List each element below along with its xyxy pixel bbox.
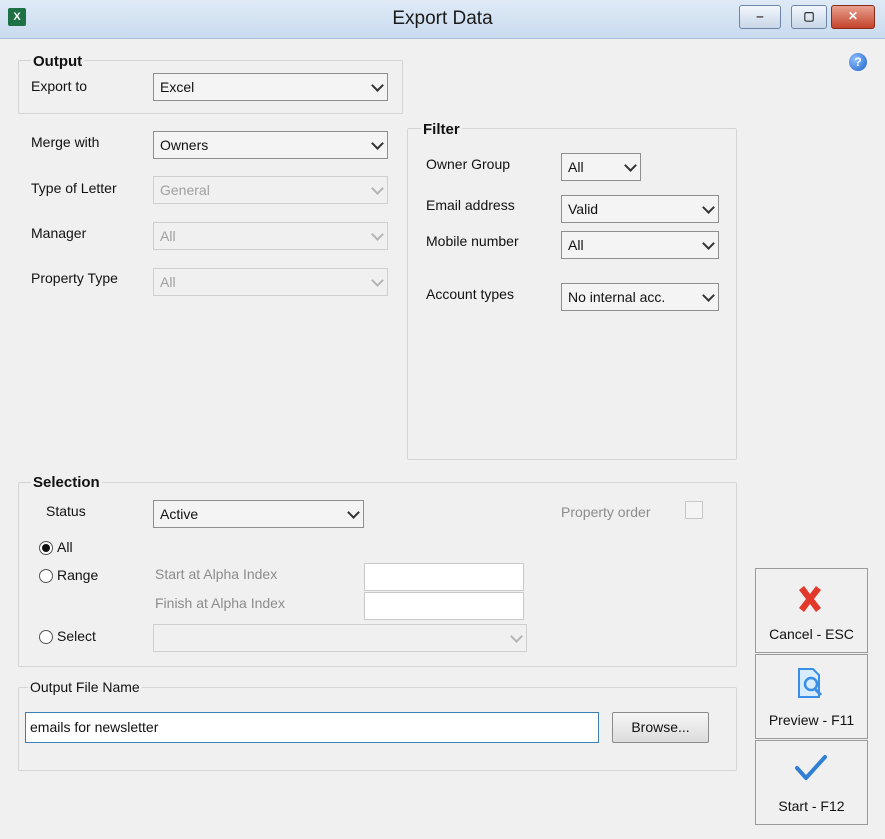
email-address-value: Valid [568, 201, 599, 217]
export-to-label: Export to [31, 78, 88, 94]
chevron-down-icon [698, 200, 718, 214]
radio-range-label[interactable]: Range [57, 567, 98, 583]
chevron-down-icon [367, 78, 387, 92]
start-button-label: Start - F12 [778, 798, 845, 814]
preview-button[interactable]: Preview - F11 [755, 654, 868, 739]
chevron-down-icon [367, 136, 387, 150]
export-to-value: Excel [160, 79, 195, 95]
radio-all[interactable] [39, 541, 53, 555]
output-file-input[interactable]: emails for newsletter [25, 712, 599, 743]
property-type-value: All [160, 274, 176, 290]
chevron-down-icon [698, 288, 718, 302]
chevron-down-icon [698, 236, 718, 250]
start-button[interactable]: Start - F12 [755, 740, 868, 825]
status-value: Active [160, 506, 199, 522]
preview-button-label: Preview - F11 [768, 712, 855, 728]
chevron-down-icon [343, 505, 363, 519]
status-label: Status [46, 503, 86, 519]
selection-group-label: Selection [31, 474, 102, 491]
minimize-icon: ‒ [756, 9, 764, 23]
select-owner-combo[interactable] [153, 624, 527, 652]
help-icon[interactable]: ? [849, 53, 867, 71]
radio-select-label[interactable]: Select [57, 628, 96, 644]
type-of-letter-select[interactable]: General [153, 176, 388, 204]
preview-icon [798, 668, 823, 698]
maximize-icon: ▢ [803, 9, 815, 23]
email-address-label: Email address [426, 197, 515, 213]
property-type-select[interactable]: All [153, 268, 388, 296]
minimize-button[interactable]: ‒ [739, 5, 781, 29]
type-of-letter-label: Type of Letter [31, 180, 117, 196]
merge-with-label: Merge with [31, 134, 100, 150]
chevron-down-icon [367, 227, 387, 241]
browse-button[interactable]: Browse... [612, 712, 709, 743]
mobile-number-value: All [568, 237, 584, 253]
close-icon: ✕ [847, 9, 859, 23]
cancel-button[interactable]: Cancel - ESC [755, 568, 868, 653]
owner-group-value: All [568, 159, 584, 175]
start-alpha-label: Start at Alpha Index [155, 566, 278, 582]
owner-group-label: Owner Group [426, 156, 511, 172]
radio-range[interactable] [39, 569, 53, 583]
maximize-button[interactable]: ▢ [791, 5, 827, 29]
start-alpha-input[interactable] [364, 563, 524, 591]
mobile-number-select[interactable]: All [561, 231, 719, 259]
radio-all-label[interactable]: All [57, 539, 73, 555]
cancel-x-icon [799, 586, 821, 612]
finish-alpha-input[interactable] [364, 592, 524, 620]
type-of-letter-value: General [160, 182, 210, 198]
chevron-down-icon [367, 273, 387, 287]
finish-alpha-label: Finish at Alpha Index [155, 595, 285, 611]
property-type-label: Property Type [31, 270, 118, 286]
cancel-button-label: Cancel - ESC [769, 626, 854, 642]
status-select[interactable]: Active [153, 500, 364, 528]
email-address-select[interactable]: Valid [561, 195, 719, 223]
checkmark-icon [795, 755, 827, 780]
filter-group-label: Filter [421, 121, 462, 138]
output-group-label: Output [31, 53, 85, 70]
property-order-label: Property order [561, 504, 651, 520]
chevron-down-icon [367, 181, 387, 195]
manager-select[interactable]: All [153, 222, 388, 250]
close-button[interactable]: ✕ [831, 5, 875, 29]
chevron-down-icon [506, 629, 526, 643]
property-order-checkbox[interactable] [685, 501, 703, 519]
merge-with-select[interactable]: Owners [153, 131, 388, 159]
manager-value: All [160, 228, 176, 244]
merge-with-value: Owners [160, 137, 209, 153]
output-file-group-label: Output File Name [28, 679, 142, 695]
account-types-value: No internal acc. [568, 289, 666, 305]
chevron-down-icon [620, 158, 640, 172]
manager-label: Manager [31, 225, 87, 241]
account-types-label: Account types [426, 286, 514, 302]
owner-group-select[interactable]: All [561, 153, 641, 181]
mobile-number-label: Mobile number [426, 233, 519, 249]
export-to-select[interactable]: Excel [153, 73, 388, 101]
account-types-select[interactable]: No internal acc. [561, 283, 719, 311]
radio-select[interactable] [39, 630, 53, 644]
